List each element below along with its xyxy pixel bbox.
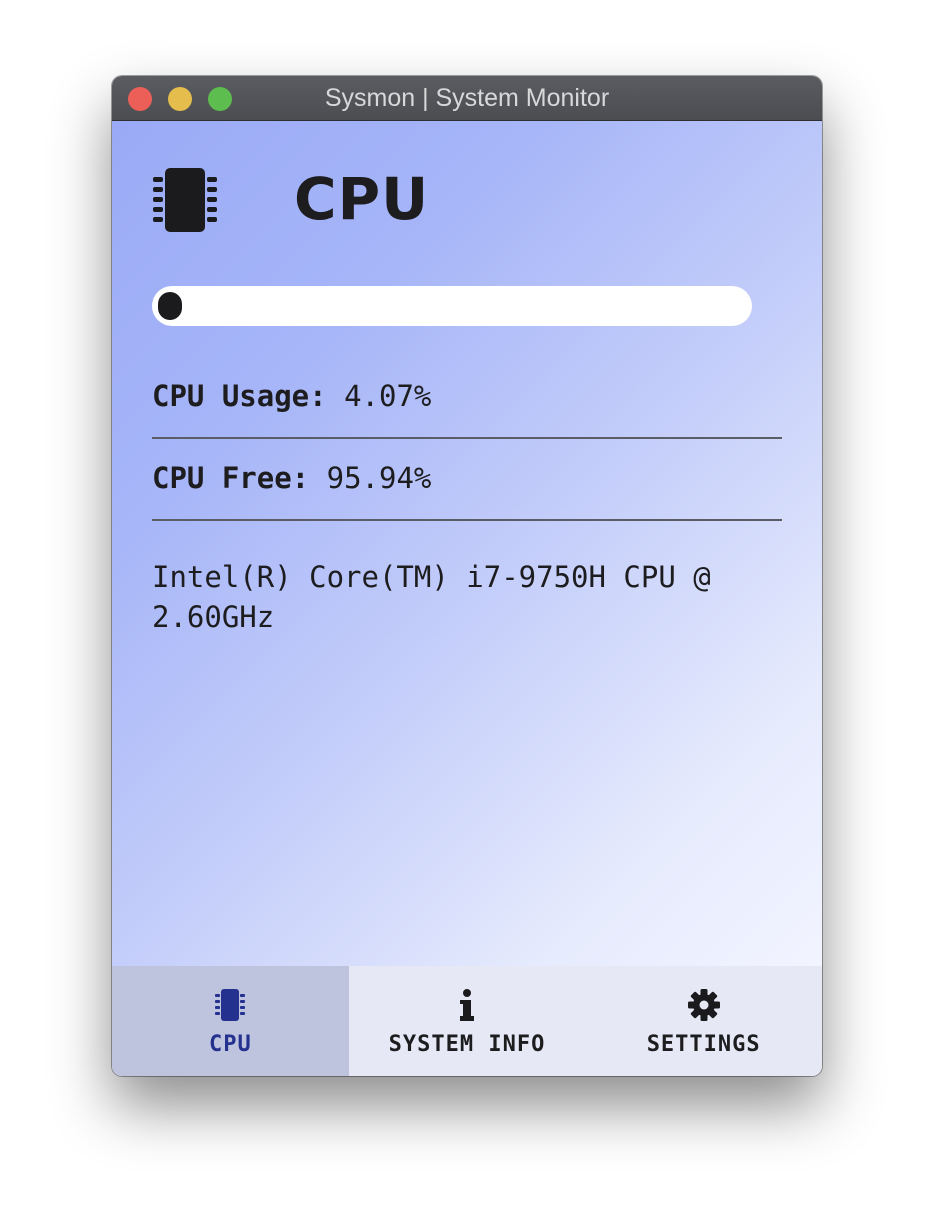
cpu-free-value: 95.94% xyxy=(326,461,432,495)
cpu-usage-label: CPU Usage: xyxy=(152,379,327,413)
cpu-page: CPU CPU Usage: 4.07% CPU Free: 95.94% In… xyxy=(112,121,822,966)
cpu-chip-icon xyxy=(215,989,246,1021)
info-icon xyxy=(460,989,474,1021)
nav-tab-cpu-label: CPU xyxy=(208,1032,252,1057)
nav-tab-cpu[interactable]: CPU xyxy=(112,966,349,1076)
nav-tab-system-info[interactable]: SYSTEM INFO xyxy=(349,966,586,1076)
title-bar[interactable]: Sysmon | System Monitor xyxy=(112,76,822,121)
cpu-usage-row: CPU Usage: 4.07% xyxy=(152,379,431,413)
nav-tab-system-info-label: SYSTEM INFO xyxy=(388,1032,546,1057)
cpu-usage-progress-bar xyxy=(152,286,752,326)
page-title: CPU xyxy=(294,165,430,233)
cpu-usage-progress-fill xyxy=(158,292,182,320)
cpu-usage-value: 4.07% xyxy=(344,379,432,413)
gear-icon xyxy=(687,989,720,1021)
nav-tab-settings[interactable]: SETTINGS xyxy=(585,966,822,1076)
nav-tab-settings-label: SETTINGS xyxy=(646,1032,761,1057)
bottom-nav: CPU SYSTEM INFO SETTINGS xyxy=(112,966,822,1076)
divider xyxy=(152,437,782,439)
divider xyxy=(152,519,782,521)
cpu-model: Intel(R) Core(TM) i7-9750H CPU @ 2.60GHz xyxy=(152,560,711,634)
window-title: Sysmon | System Monitor xyxy=(324,84,610,112)
app-window: Sysmon | System Monitor CPU CPU Usage: 4… xyxy=(112,76,822,1076)
cpu-free-row: CPU Free: 95.94% xyxy=(152,461,431,495)
cpu-free-label: CPU Free: xyxy=(152,461,310,495)
cpu-chip-icon xyxy=(153,168,217,232)
